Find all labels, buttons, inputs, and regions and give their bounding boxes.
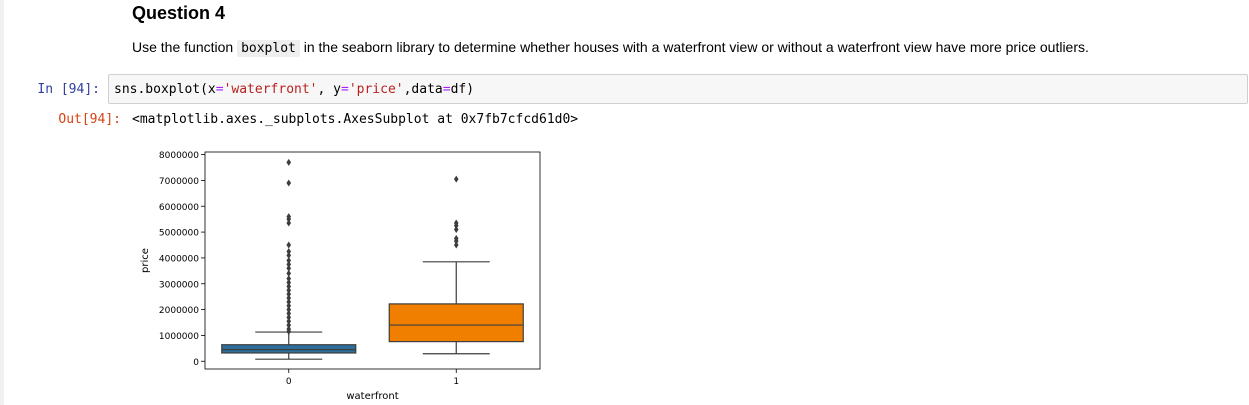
code-token: = [442, 82, 451, 97]
box-iqr [221, 344, 357, 354]
para-text-after: in the seaborn library to determine whet… [303, 39, 1089, 55]
y-tick-label: 8000000 [159, 151, 199, 161]
para-text-before: Use the function [132, 39, 234, 55]
y-tick-label: 4000000 [159, 254, 199, 264]
code-token: , y [317, 82, 341, 97]
y-tick-label: 7000000 [159, 177, 199, 187]
markdown-heading: Question 4 [132, 3, 226, 23]
boxplot-chart: 0 1000000 2000000 3000000 4000000 5000000 6000… [140, 151, 541, 402]
output-prompt: Out[94]: [58, 112, 121, 127]
code-token: ,data [403, 82, 443, 97]
code-token: 'price' [348, 82, 404, 97]
markdown-paragraph: Use the function boxplot in the seaborn … [132, 38, 1089, 58]
code-line[interactable]: sns.boxplot(x='waterfront', y='price',da… [114, 82, 474, 97]
notebook-gutter [0, 0, 4, 405]
code-token: = [215, 82, 224, 97]
inline-code: boxplot [237, 40, 300, 57]
output-text: <matplotlib.axes._subplots.AxesSubplot a… [132, 112, 579, 127]
y-tick-label: 5000000 [159, 229, 199, 239]
y-tick-label: 3000000 [159, 280, 199, 290]
y-tick-label: 2000000 [159, 306, 199, 316]
y-tick-label: 1000000 [159, 332, 199, 342]
code-token: sns.boxplot(x [114, 82, 216, 97]
box-iqr [388, 303, 524, 343]
code-token: = [340, 82, 349, 97]
x-tick-label: 1 [453, 377, 459, 387]
x-axis-label: waterfront [346, 391, 398, 402]
code-token: df) [450, 82, 475, 97]
y-axis-label: price [140, 248, 151, 273]
input-prompt: In [94]: [37, 82, 100, 97]
code-cell-editor[interactable]: sns.boxplot(x='waterfront', y='price',da… [108, 74, 1248, 104]
y-tick-label: 0 [193, 358, 199, 368]
x-tick-label: 0 [286, 377, 292, 387]
y-tick-label: 6000000 [159, 203, 199, 213]
code-token: 'waterfront' [223, 82, 318, 97]
